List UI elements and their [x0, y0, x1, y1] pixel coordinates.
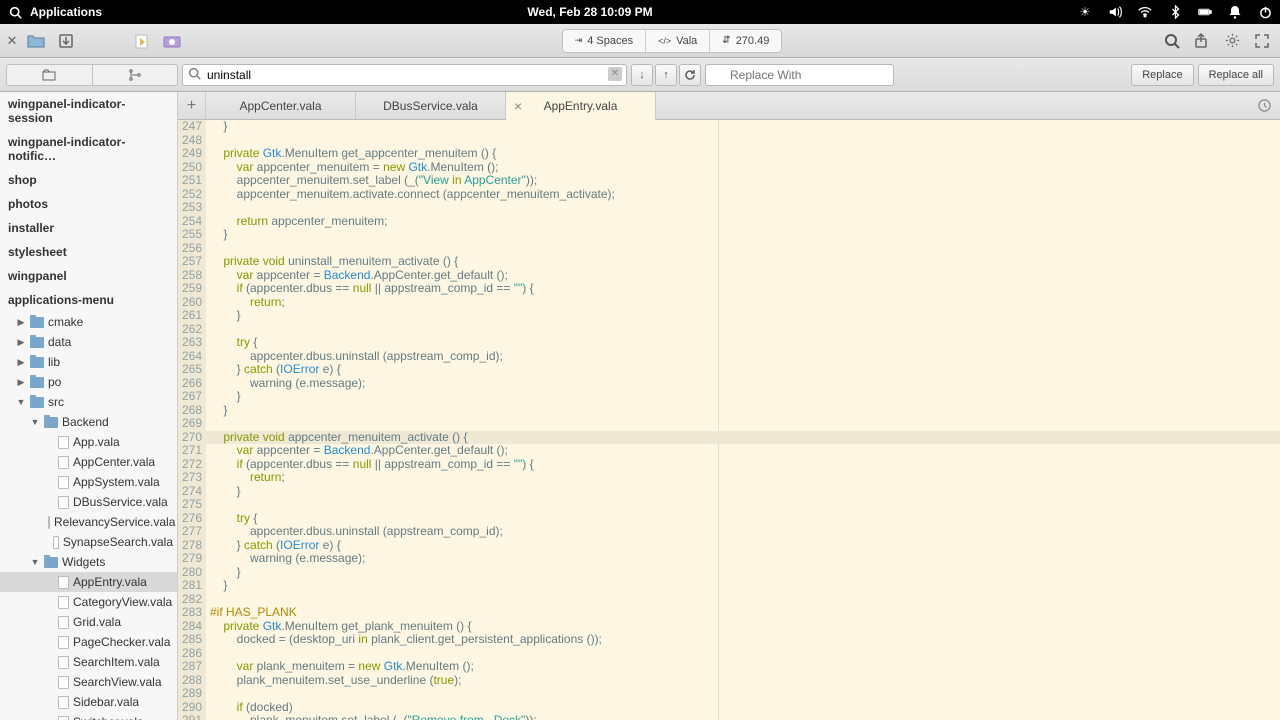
find-button[interactable] [1160, 29, 1184, 53]
notifications-icon[interactable] [1228, 5, 1242, 19]
save-button[interactable] [54, 29, 78, 53]
settings-button[interactable] [1220, 29, 1244, 53]
tree-Backend[interactable]: ▼Backend [0, 412, 177, 432]
file-view-toggle[interactable] [7, 65, 93, 85]
tree-Sidebar.vala[interactable]: Sidebar.vala [0, 692, 177, 712]
bluetooth-icon[interactable] [1168, 5, 1182, 19]
snapshot-button[interactable] [160, 29, 184, 53]
maximize-button[interactable] [1250, 29, 1274, 53]
find-next-button[interactable]: ↓ [631, 64, 653, 86]
tree-Widgets[interactable]: ▼Widgets [0, 552, 177, 572]
tab-bar: + AppCenter.valaDBusService.vala×AppEntr… [178, 92, 1280, 120]
search-input[interactable] [182, 64, 627, 86]
wifi-icon[interactable] [1138, 5, 1152, 19]
tree-RelevancyService.vala[interactable]: RelevancyService.vala [0, 512, 177, 532]
search-icon[interactable] [8, 5, 22, 19]
system-topbar: Applications Wed, Feb 28 10:09 PM ☀ [0, 0, 1280, 24]
replace-button[interactable]: Replace [1131, 64, 1193, 86]
language-pill[interactable]: </>Vala [646, 30, 710, 52]
tree-data[interactable]: ▶data [0, 332, 177, 352]
share-button[interactable] [1190, 29, 1214, 53]
tab-DBusService.vala[interactable]: DBusService.vala [356, 92, 506, 119]
editor-pane: + AppCenter.valaDBusService.vala×AppEntr… [178, 92, 1280, 720]
applications-label[interactable]: Applications [30, 5, 102, 19]
close-button[interactable]: ✕ [6, 35, 18, 47]
project-7[interactable]: applications-menu [0, 288, 177, 312]
editor-toolbar: ✕ ⇥4 Spaces </>Vala ⇵270.49 [0, 24, 1280, 58]
tree-SearchView.vala[interactable]: SearchView.vala [0, 672, 177, 692]
project-2[interactable]: shop [0, 168, 177, 192]
replace-input[interactable] [705, 64, 894, 86]
project-5[interactable]: stylesheet [0, 240, 177, 264]
status-pills: ⇥4 Spaces </>Vala ⇵270.49 [562, 29, 783, 53]
project-0[interactable]: wingpanel-indicator-session [0, 92, 177, 130]
tree-po[interactable]: ▶po [0, 372, 177, 392]
tree-cmake[interactable]: ▶cmake [0, 312, 177, 332]
battery-icon[interactable] [1198, 5, 1212, 19]
main-area: wingpanel-indicator-sessionwingpanel-ind… [0, 92, 1280, 720]
symbol-view-toggle[interactable] [93, 65, 178, 85]
indent-pill[interactable]: ⇥4 Spaces [563, 30, 646, 52]
project-1[interactable]: wingpanel-indicator-notific… [0, 130, 177, 168]
tree-DBusService.vala[interactable]: DBusService.vala [0, 492, 177, 512]
project-3[interactable]: photos [0, 192, 177, 216]
tree-Grid.vala[interactable]: Grid.vala [0, 612, 177, 632]
close-tab-icon[interactable]: × [514, 98, 522, 114]
tree-AppSystem.vala[interactable]: AppSystem.vala [0, 472, 177, 492]
sidebar[interactable]: wingpanel-indicator-sessionwingpanel-ind… [0, 92, 178, 720]
clock[interactable]: Wed, Feb 28 10:09 PM [102, 5, 1078, 19]
tree-Switcher.vala[interactable]: Switcher.vala [0, 712, 177, 720]
clear-search-icon[interactable]: ✕ [608, 67, 622, 81]
tab-AppEntry.vala[interactable]: ×AppEntry.vala [506, 92, 656, 120]
tree-App.vala[interactable]: App.vala [0, 432, 177, 452]
search-toolbar: ✕ ↓ ↑ Replace Replace all [0, 58, 1280, 92]
revert-button[interactable] [130, 29, 154, 53]
project-4[interactable]: installer [0, 216, 177, 240]
code-editor[interactable]: 2472482492502512522532542552562572582592… [178, 120, 1280, 720]
replace-all-button[interactable]: Replace all [1198, 64, 1274, 86]
find-prev-button[interactable]: ↑ [655, 64, 677, 86]
tree-CategoryView.vala[interactable]: CategoryView.vala [0, 592, 177, 612]
search-icon [188, 67, 201, 80]
tree-lib[interactable]: ▶lib [0, 352, 177, 372]
tree-src[interactable]: ▼src [0, 392, 177, 412]
project-6[interactable]: wingpanel [0, 264, 177, 288]
position-pill[interactable]: ⇵270.49 [710, 30, 781, 52]
open-file-button[interactable] [24, 29, 48, 53]
tree-SearchItem.vala[interactable]: SearchItem.vala [0, 652, 177, 672]
new-tab-button[interactable]: + [178, 92, 206, 119]
tree-AppCenter.vala[interactable]: AppCenter.vala [0, 452, 177, 472]
tree-SynapseSearch.vala[interactable]: SynapseSearch.vala [0, 532, 177, 552]
tree-PageChecker.vala[interactable]: PageChecker.vala [0, 632, 177, 652]
volume-icon[interactable] [1108, 5, 1122, 19]
sidebar-view-toggle[interactable] [6, 64, 178, 86]
power-icon[interactable] [1258, 5, 1272, 19]
tab-AppCenter.vala[interactable]: AppCenter.vala [206, 92, 356, 119]
history-icon[interactable] [1257, 98, 1272, 113]
tree-AppEntry.vala[interactable]: AppEntry.vala [0, 572, 177, 592]
cycle-button[interactable] [679, 64, 701, 86]
brightness-icon[interactable]: ☀ [1078, 5, 1092, 19]
